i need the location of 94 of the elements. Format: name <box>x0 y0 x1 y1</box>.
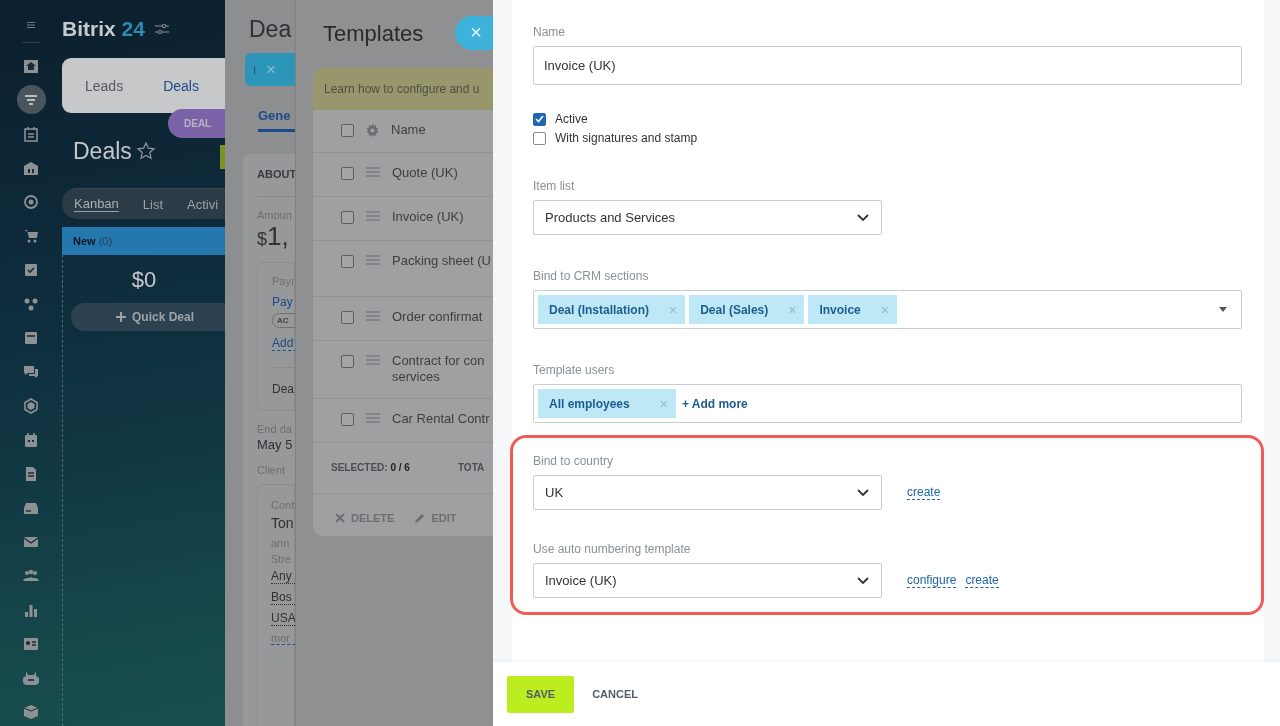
chat-icon <box>23 363 39 380</box>
view-tab[interactable]: List <box>142 196 164 212</box>
checkbox[interactable] <box>341 124 354 137</box>
column-count: (0) <box>98 235 113 247</box>
star-icon[interactable] <box>135 141 156 161</box>
drag-handle-icon[interactable] <box>366 211 380 221</box>
field-value: May 5 <box>257 437 294 452</box>
deal-text: Dea <box>272 367 294 396</box>
field-label: Bind to country <box>533 454 615 468</box>
window-icon <box>23 329 39 346</box>
plus-icon <box>116 312 126 322</box>
contact-name: Ton <box>271 515 294 531</box>
box-icon <box>23 703 39 720</box>
checkbox[interactable] <box>341 355 354 368</box>
panel-title: Templates <box>323 21 424 47</box>
numbering-select[interactable]: Invoice (UK) <box>533 563 882 598</box>
payment-link[interactable]: Pay <box>272 295 294 309</box>
table-cell: Invoice (UK) <box>392 209 464 225</box>
hexagon-icon <box>23 397 39 414</box>
create-link[interactable]: create <box>907 485 941 500</box>
view-tab[interactable]: Kanban <box>74 196 119 212</box>
table-cell: Packing sheet (U <box>392 253 491 269</box>
chevron-icon <box>857 576 869 585</box>
checkbox[interactable] <box>533 112 546 126</box>
save-button[interactable]: SAVE <box>507 675 575 713</box>
tag[interactable]: Invoice × <box>808 295 897 324</box>
drag-handle-icon[interactable] <box>366 355 380 365</box>
chevron-icon <box>857 488 869 497</box>
tag[interactable]: Deal (Installation) × <box>538 295 686 324</box>
tag[interactable]: Deal (Sales) × <box>689 295 805 324</box>
total-count: TOTA <box>457 462 485 473</box>
logo[interactable]: Bitrix 24 <box>62 17 145 41</box>
drag-handle-icon[interactable] <box>366 413 380 423</box>
bank-icon <box>23 159 39 176</box>
amount-text: $1, <box>257 221 290 252</box>
target-icon <box>23 193 39 210</box>
item-list-select[interactable]: Products and Services <box>533 200 882 235</box>
page-title: Deals <box>73 137 132 165</box>
field-label: Template users <box>533 363 616 377</box>
tab[interactable]: Deals <box>163 77 199 94</box>
table-cell: Quote (UK) <box>392 165 458 181</box>
column-header[interactable]: Name <box>391 122 426 138</box>
checkbox[interactable] <box>341 413 354 426</box>
add-more-link[interactable]: + Add more <box>681 396 748 411</box>
cancel-button[interactable]: CANCEL <box>586 687 644 701</box>
close-icon <box>335 513 345 523</box>
pencil-icon <box>414 512 426 524</box>
settings-icon[interactable] <box>366 124 379 137</box>
chevron-icon <box>857 213 869 222</box>
robot-icon <box>23 669 39 686</box>
checkbox[interactable] <box>341 311 354 324</box>
drag-handle-icon[interactable] <box>366 255 380 265</box>
checkbox[interactable] <box>341 167 354 180</box>
quick-deal-button[interactable]: Quick Deal <box>71 303 225 331</box>
hint-banner: Learn how to configure and u <box>313 68 493 110</box>
field-label: Use auto numbering template <box>533 542 692 556</box>
checkbox[interactable] <box>341 211 354 224</box>
sidebar-item[interactable] <box>16 85 46 114</box>
calendar-icon <box>23 431 39 448</box>
check-icon <box>23 261 39 278</box>
crm-sections-field[interactable]: Deal (Installation) × Deal (Sales) × Invoice × <box>533 290 1242 329</box>
checkbox[interactable] <box>533 131 546 145</box>
selected-count: SELECTED: 0 / 6 <box>331 462 410 473</box>
document-icon <box>23 465 39 482</box>
field-label: Bind to CRM sections <box>533 269 650 283</box>
create-link[interactable]: create <box>965 573 999 588</box>
column-sum: $0 <box>130 266 158 294</box>
contact-icon <box>23 635 39 652</box>
deal-badge: DEAL <box>168 109 226 138</box>
table-cell: Car Rental Contr <box>392 411 490 427</box>
drag-handle-icon[interactable] <box>366 167 380 177</box>
country-select[interactable]: UK <box>533 475 882 510</box>
template-users-field[interactable]: All employees × + Add more <box>533 384 1242 423</box>
table-cell: Contract for con services <box>392 353 485 385</box>
cart-icon <box>23 227 39 244</box>
tasks-icon <box>23 125 39 142</box>
field-label: Name <box>533 25 566 39</box>
table-cell: Order confirmat <box>392 309 483 325</box>
column-title: New <box>73 235 96 247</box>
configure-link[interactable]: configure <box>907 573 957 588</box>
name-field[interactable]: Invoice (UK) <box>533 46 1242 85</box>
panel-title: Dea <box>249 16 293 43</box>
view-tab[interactable]: Activi <box>187 196 219 212</box>
checkbox[interactable] <box>341 255 354 268</box>
tag[interactable]: All employees × <box>538 389 676 418</box>
people-icon <box>23 567 39 584</box>
tab[interactable]: Leads <box>85 77 124 94</box>
dropdown-icon[interactable] <box>1219 307 1227 312</box>
drag-handle-icon[interactable] <box>366 311 380 321</box>
settings-icon[interactable] <box>154 24 169 34</box>
checkbox-label[interactable]: With signatures and stamp <box>555 131 698 145</box>
field-label: Item list <box>533 179 576 193</box>
home-icon <box>23 57 39 74</box>
checkbox-label[interactable]: Active <box>555 112 588 126</box>
